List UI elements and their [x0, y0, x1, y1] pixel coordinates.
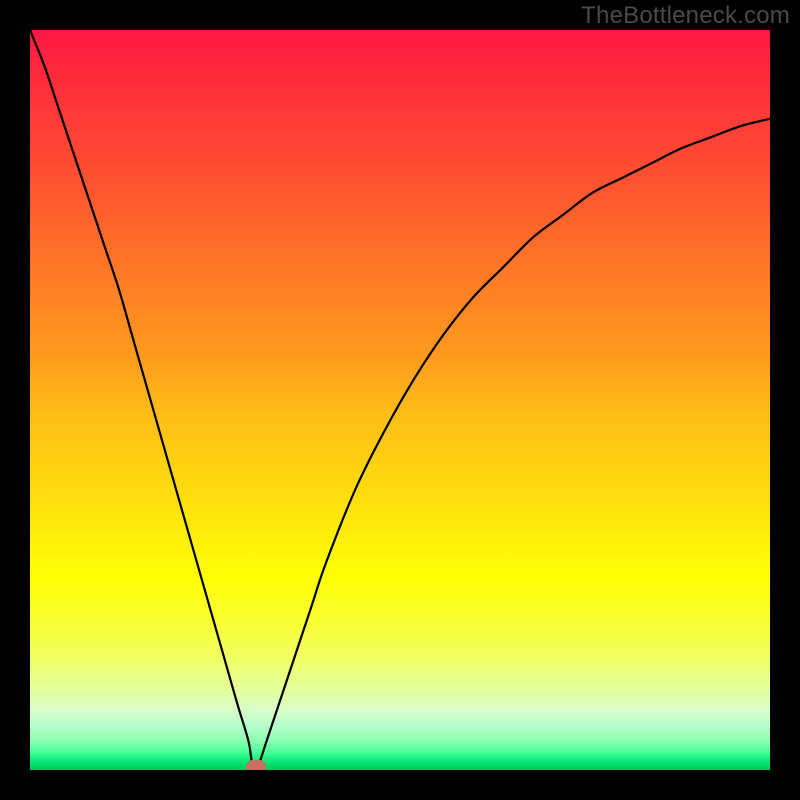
- plot-area: [30, 30, 770, 770]
- curve-path: [30, 30, 770, 767]
- bottleneck-curve: [30, 30, 770, 770]
- chart-frame: TheBottleneck.com: [0, 0, 800, 800]
- watermark-text: TheBottleneck.com: [581, 2, 790, 30]
- optimal-point-marker: [246, 760, 266, 770]
